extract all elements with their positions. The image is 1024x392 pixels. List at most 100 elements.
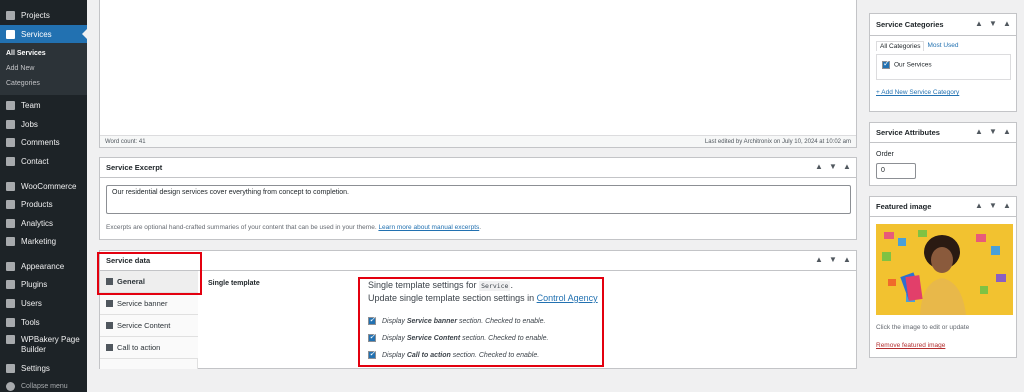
- checkbox-service-banner[interactable]: [368, 315, 376, 325]
- learn-more-link[interactable]: Learn more about manual excerpts: [378, 224, 479, 231]
- last-edited: Last edited by Architronix on July 10, 2…: [704, 138, 851, 145]
- menu-contact[interactable]: Contact: [0, 152, 87, 170]
- featured-image[interactable]: [876, 224, 1013, 315]
- menu-projects[interactable]: Projects: [0, 6, 87, 24]
- service-data-panel: Service data ▲ ▼ ▲ General Service banne…: [99, 250, 857, 369]
- toggle-panel-icon[interactable]: ▲: [842, 255, 852, 264]
- menu-comments[interactable]: Comments: [0, 133, 87, 151]
- toggle-panel-icon[interactable]: ▲: [842, 162, 852, 171]
- option-service-banner[interactable]: Display Service banner section. Checked …: [368, 315, 545, 325]
- projects-icon: [6, 10, 15, 20]
- menu-woocommerce[interactable]: WooCommerce: [0, 177, 87, 195]
- menu-services[interactable]: Services: [0, 25, 87, 43]
- tab-label: Call to action: [117, 343, 161, 352]
- menu-tools[interactable]: Tools: [0, 313, 87, 331]
- menu-label: Appearance: [21, 261, 65, 271]
- menu-wpbakery[interactable]: WPBakery Page Builder: [0, 332, 87, 356]
- jobs-icon: [6, 119, 15, 129]
- tabs-column: General Service banner Service Content C…: [100, 271, 198, 369]
- tab-general[interactable]: General: [100, 271, 198, 293]
- menu-label: Analytics: [21, 218, 54, 228]
- comments-icon: [6, 137, 15, 147]
- menu-label: Contact: [21, 156, 49, 166]
- featured-photo-illustration: [876, 224, 1013, 315]
- woocommerce-icon: [6, 181, 15, 191]
- menu-label: Projects: [21, 10, 50, 20]
- tab-all-categories[interactable]: All Categories: [876, 41, 925, 51]
- panel-header: Service Attributes ▲ ▼ ▲: [870, 123, 1016, 143]
- add-new-category-link[interactable]: + Add New Service Category: [876, 89, 959, 96]
- option-prefix: Display: [381, 351, 405, 359]
- period: .: [479, 224, 482, 231]
- move-down-icon[interactable]: ▼: [988, 201, 998, 210]
- service-excerpt-panel: Service Excerpt ▲ ▼ ▲ Our residential de…: [99, 157, 857, 240]
- menu-label: Settings: [21, 363, 50, 373]
- menu-analytics[interactable]: Analytics: [0, 214, 87, 232]
- editor-status-bar: Word count: 41 Last edited by Architroni…: [100, 135, 856, 147]
- content-editor[interactable]: Word count: 41 Last edited by Architroni…: [99, 0, 857, 148]
- tab-service-banner[interactable]: Service banner: [100, 293, 198, 315]
- move-up-icon[interactable]: ▲: [974, 19, 984, 28]
- menu-label: Collapse menu: [21, 382, 68, 390]
- remove-featured-image-link[interactable]: Remove featured image: [876, 342, 945, 349]
- option-strong: Call to action: [406, 351, 451, 359]
- menu-label: Team: [21, 100, 41, 110]
- tools-icon: [6, 317, 15, 327]
- toggle-panel-icon[interactable]: ▲: [1002, 19, 1012, 28]
- products-icon: [6, 199, 15, 209]
- checkbox-service-content[interactable]: [368, 332, 376, 342]
- move-up-icon[interactable]: ▲: [974, 127, 984, 136]
- move-up-icon[interactable]: ▲: [974, 201, 984, 210]
- menu-marketing[interactable]: Marketing: [0, 232, 87, 250]
- panel-title: Service data: [106, 256, 151, 265]
- order-input[interactable]: 0: [876, 163, 916, 179]
- toggle-panel-icon[interactable]: ▲: [1002, 127, 1012, 136]
- panel-header: Service data ▲ ▼ ▲: [100, 251, 856, 271]
- contact-icon: [6, 156, 15, 166]
- team-icon: [6, 100, 15, 110]
- category-tabs: All Categories Most Used: [876, 41, 962, 51]
- option-call-to-action[interactable]: Display Call to action section. Checked …: [368, 349, 540, 359]
- move-down-icon[interactable]: ▼: [988, 19, 998, 28]
- menu-label: Users: [21, 298, 42, 308]
- excerpt-textarea[interactable]: Our residential design services cover ev…: [106, 185, 851, 214]
- appearance-icon: [6, 261, 15, 271]
- option-suffix: section. Checked to enable.: [452, 351, 540, 359]
- update-text: Update single template section settings …: [368, 293, 535, 303]
- toggle-panel-icon[interactable]: ▲: [1002, 201, 1012, 210]
- move-down-icon[interactable]: ▼: [988, 127, 998, 136]
- move-down-icon[interactable]: ▼: [828, 255, 838, 264]
- move-down-icon[interactable]: ▼: [828, 162, 838, 171]
- menu-products[interactable]: Products: [0, 195, 87, 213]
- services-icon: [6, 29, 15, 39]
- checkbox-our-services[interactable]: [882, 59, 890, 69]
- menu-jobs[interactable]: Jobs: [0, 115, 87, 133]
- control-agency-link[interactable]: Control Agency: [537, 293, 598, 303]
- menu-users[interactable]: Users: [0, 294, 87, 312]
- submenu-all-services[interactable]: All Services: [6, 50, 46, 57]
- menu-team[interactable]: Team: [0, 96, 87, 114]
- category-list: Our Services: [876, 54, 1011, 80]
- service-categories-panel: Service Categories ▲ ▼ ▲ All Categories …: [869, 13, 1017, 112]
- panel-title: Service Attributes: [876, 128, 940, 137]
- menu-label: Jobs: [21, 119, 38, 129]
- move-up-icon[interactable]: ▲: [814, 162, 824, 171]
- checkbox-call-to-action[interactable]: [368, 349, 376, 359]
- tab-service-content[interactable]: Service Content: [100, 315, 198, 337]
- menu-appearance[interactable]: Appearance: [0, 257, 87, 275]
- option-service-content[interactable]: Display Service Content section. Checked…: [368, 332, 549, 342]
- panel-header: Featured image ▲ ▼ ▲: [870, 197, 1016, 217]
- menu-label: Products: [21, 199, 53, 209]
- menu-label: Tools: [21, 317, 40, 327]
- collapse-icon: [6, 381, 15, 391]
- submenu-add-new[interactable]: Add New: [6, 65, 34, 72]
- tab-most-used[interactable]: Most Used: [924, 41, 961, 51]
- menu-plugins[interactable]: Plugins: [0, 275, 87, 293]
- submenu-categories[interactable]: Categories: [6, 80, 40, 87]
- menu-label: WooCommerce: [21, 181, 77, 191]
- collapse-menu-button[interactable]: Collapse menu: [0, 377, 87, 392]
- move-up-icon[interactable]: ▲: [814, 255, 824, 264]
- menu-settings[interactable]: Settings: [0, 359, 87, 377]
- tab-call-to-action[interactable]: Call to action: [100, 337, 198, 359]
- featured-hint: Click the image to edit or update: [876, 324, 970, 331]
